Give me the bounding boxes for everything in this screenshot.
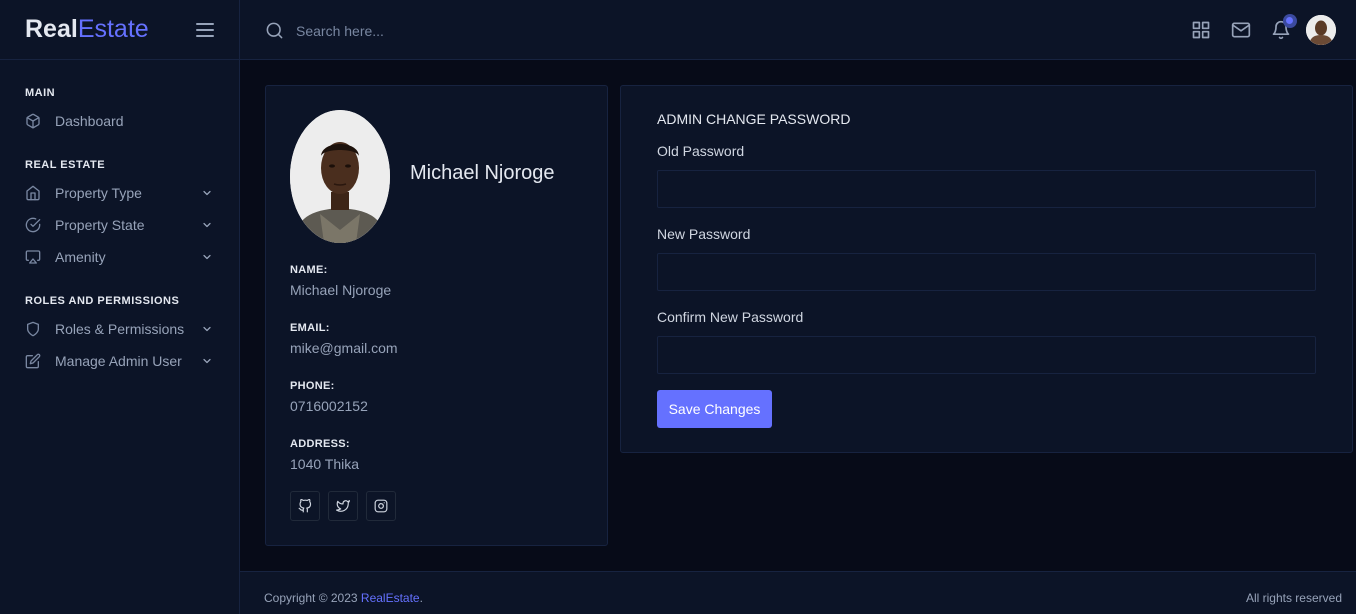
sidebar-header: RealEstate [0,0,239,60]
github-icon [298,499,312,513]
name-value: Michael Njoroge [290,282,392,298]
brand-part-1: Real [25,15,78,43]
copyright-suffix: . [419,591,423,605]
profile-name: Michael Njoroge [410,162,555,184]
grid-icon[interactable] [1191,20,1211,40]
profile-card: Michael Njoroge NAME: Michael Njoroge EM… [265,85,608,546]
brand-part-2: Estate [77,15,149,43]
sidebar-item-label: Property State [55,217,145,233]
home-icon [25,185,41,201]
box-icon [25,113,41,129]
copyright: Copyright © 2023 RealEstate. [264,591,423,605]
menu-toggle-icon[interactable] [194,20,216,40]
twitter-button[interactable] [328,491,358,521]
new-password-input[interactable] [657,253,1316,291]
section-label-real-estate: REAL ESTATE [25,159,106,171]
footer-brand-link[interactable]: RealEstate [361,591,420,605]
sidebar: RealEstate MAIN Dashboard REAL ESTATE Pr… [0,0,240,614]
sidebar-item-label: Manage Admin User [55,353,182,369]
email-label: EMAIL: [290,322,330,334]
github-button[interactable] [290,491,320,521]
save-changes-button[interactable]: Save Changes [657,390,772,428]
airplay-icon [25,249,41,265]
sidebar-item-property-type[interactable]: Property Type [25,181,215,205]
footer: Copyright © 2023 RealEstate. All rights … [240,571,1356,614]
twitter-icon [336,499,350,513]
sidebar-item-label: Roles & Permissions [55,321,185,337]
sidebar-item-property-state[interactable]: Property State [25,213,215,237]
sidebar-item-dashboard[interactable]: Dashboard [25,109,215,133]
sidebar-item-label: Property Type [55,185,142,201]
instagram-button[interactable] [366,491,396,521]
edit-icon [25,353,41,369]
confirm-password-input[interactable] [657,336,1316,374]
address-value: 1040 Thika [290,456,360,472]
chevron-down-icon [201,219,213,231]
copyright-prefix: Copyright © 2023 [264,591,361,605]
phone-value: 0716002152 [290,398,368,414]
mail-icon[interactable] [1231,20,1251,40]
search-input[interactable] [296,18,696,44]
confirm-password-label: Confirm New Password [657,309,804,325]
old-password-input[interactable] [657,170,1316,208]
section-label-roles: ROLES AND PERMISSIONS [25,295,180,307]
sidebar-item-label: Amenity [55,249,106,265]
rights-text: All rights reserved [1245,591,1342,605]
topbar [240,0,1356,60]
brand-logo[interactable]: RealEstate [25,14,149,44]
user-avatar[interactable] [1306,15,1336,45]
name-label: NAME: [290,264,328,276]
section-label-main: MAIN [25,87,56,99]
email-value: mike@gmail.com [290,340,398,356]
address-label: ADDRESS: [290,438,350,450]
chevron-down-icon [201,323,213,335]
sidebar-item-label: Dashboard [55,113,124,129]
instagram-icon [374,499,388,513]
chevron-down-icon [201,251,213,263]
sidebar-item-manage-admin-user[interactable]: Manage Admin User [25,349,215,373]
new-password-label: New Password [657,226,751,242]
change-password-card: ADMIN CHANGE PASSWORD Old Password New P… [620,85,1353,453]
check-circle-icon [25,217,41,233]
phone-label: PHONE: [290,380,335,392]
sidebar-item-roles-permissions[interactable]: Roles & Permissions [25,317,215,341]
old-password-label: Old Password [657,143,745,159]
profile-photo [290,110,390,243]
search-icon [265,21,284,40]
card-title: ADMIN CHANGE PASSWORD [657,111,851,127]
shield-icon [25,321,41,337]
chevron-down-icon [201,355,213,367]
notification-dot [1283,14,1297,28]
chevron-down-icon [201,187,213,199]
sidebar-item-amenity[interactable]: Amenity [25,245,215,269]
